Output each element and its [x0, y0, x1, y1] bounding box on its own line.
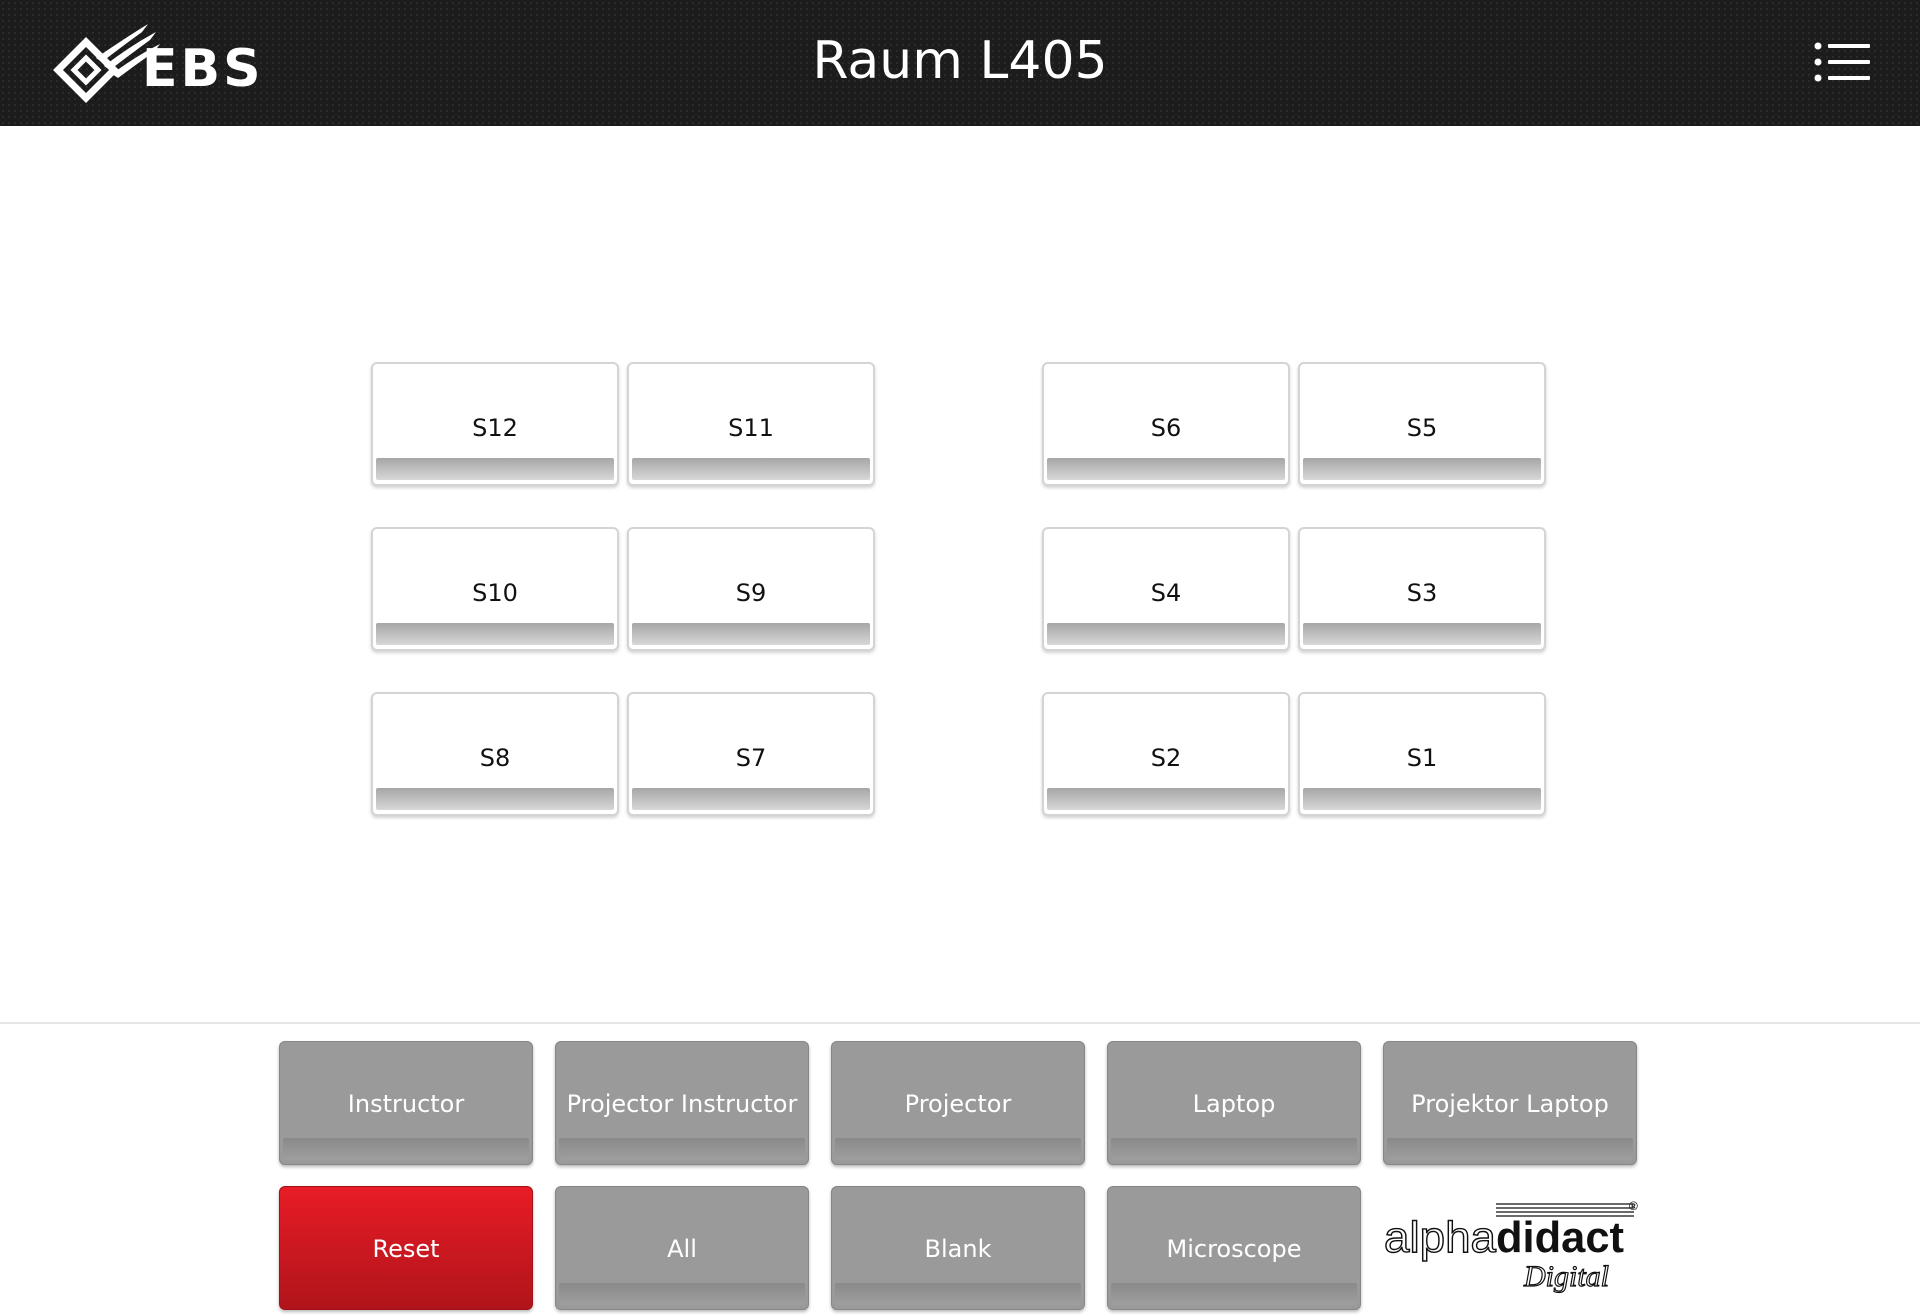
registered-mark: ®: [1629, 1199, 1638, 1213]
button-status-bar: [1111, 1138, 1357, 1160]
section-divider: [0, 1022, 1920, 1024]
button-status-bar: [1387, 1138, 1633, 1160]
station-tile-s12[interactable]: S12: [371, 362, 619, 486]
button-label: Blank: [924, 1235, 992, 1263]
station-status-bar: [1047, 623, 1285, 645]
station-label: S11: [728, 414, 774, 442]
station-tile-s1[interactable]: S1: [1298, 692, 1546, 816]
projektor-laptop-button[interactable]: Projektor Laptop: [1383, 1041, 1637, 1165]
button-label: Projektor Laptop: [1411, 1090, 1609, 1118]
station-tile-s9[interactable]: S9: [627, 527, 875, 651]
reset-button[interactable]: Reset: [279, 1186, 533, 1310]
button-status-bar: [835, 1283, 1081, 1305]
button-label: Projector Instructor: [566, 1090, 798, 1118]
station-label: S5: [1406, 414, 1438, 442]
alphadidact-logo: alpha didact ® Digital: [1384, 1199, 1638, 1294]
station-label: S2: [1150, 744, 1182, 772]
control-panel: EBS Raum L405 S12 S11 S10 S9 S8 S7 S6 S5…: [0, 0, 1920, 1315]
station-tile-s4[interactable]: S4: [1042, 527, 1290, 651]
station-label: S4: [1150, 579, 1182, 607]
station-tile-s6[interactable]: S6: [1042, 362, 1290, 486]
station-status-bar: [376, 458, 614, 480]
button-label: Laptop: [1192, 1090, 1276, 1118]
station-tile-s11[interactable]: S11: [627, 362, 875, 486]
station-tile-s10[interactable]: S10: [371, 527, 619, 651]
button-label: Reset: [372, 1235, 440, 1263]
laptop-button[interactable]: Laptop: [1107, 1041, 1361, 1165]
station-status-bar: [376, 623, 614, 645]
station-label: S7: [735, 744, 767, 772]
station-tile-s3[interactable]: S3: [1298, 527, 1546, 651]
station-status-bar: [1303, 788, 1541, 810]
station-status-bar: [1047, 788, 1285, 810]
microscope-button[interactable]: Microscope: [1107, 1186, 1361, 1310]
page-title: Raum L405: [812, 31, 1108, 91]
station-status-bar: [632, 623, 870, 645]
station-status-bar: [632, 458, 870, 480]
station-label: S1: [1406, 744, 1438, 772]
brand-name-bold: didact: [1496, 1213, 1624, 1262]
station-tile-s8[interactable]: S8: [371, 692, 619, 816]
station-label: S3: [1406, 579, 1438, 607]
instructor-button[interactable]: Instructor: [279, 1041, 533, 1165]
header-bar: EBS Raum L405: [0, 0, 1920, 126]
button-status-bar: [559, 1283, 805, 1305]
station-tile-s2[interactable]: S2: [1042, 692, 1290, 816]
station-tile-s5[interactable]: S5: [1298, 362, 1546, 486]
button-label: All: [667, 1235, 697, 1263]
projector-button[interactable]: Projector: [831, 1041, 1085, 1165]
station-label: S8: [479, 744, 511, 772]
button-status-bar: [283, 1138, 529, 1160]
button-status-bar: [559, 1138, 805, 1160]
station-label: S12: [472, 414, 518, 442]
station-label: S9: [735, 579, 767, 607]
station-status-bar: [1047, 458, 1285, 480]
menu-button[interactable]: [1810, 36, 1874, 88]
blank-button[interactable]: Blank: [831, 1186, 1085, 1310]
button-label: Projector: [904, 1090, 1012, 1118]
button-status-bar: [1111, 1283, 1357, 1305]
brand-sub: Digital: [1523, 1260, 1609, 1293]
button-status-bar: [835, 1138, 1081, 1160]
station-status-bar: [376, 788, 614, 810]
projector-instructor-button[interactable]: Projector Instructor: [555, 1041, 809, 1165]
list-menu-icon: [1814, 42, 1870, 82]
station-status-bar: [1303, 458, 1541, 480]
station-label: S10: [472, 579, 518, 607]
station-tile-s7[interactable]: S7: [627, 692, 875, 816]
button-label: Instructor: [347, 1090, 465, 1118]
brand-name-light: alpha: [1384, 1213, 1497, 1262]
station-status-bar: [632, 788, 870, 810]
button-label: Microscope: [1166, 1235, 1302, 1263]
station-status-bar: [1303, 623, 1541, 645]
all-button[interactable]: All: [555, 1186, 809, 1310]
station-label: S6: [1150, 414, 1182, 442]
